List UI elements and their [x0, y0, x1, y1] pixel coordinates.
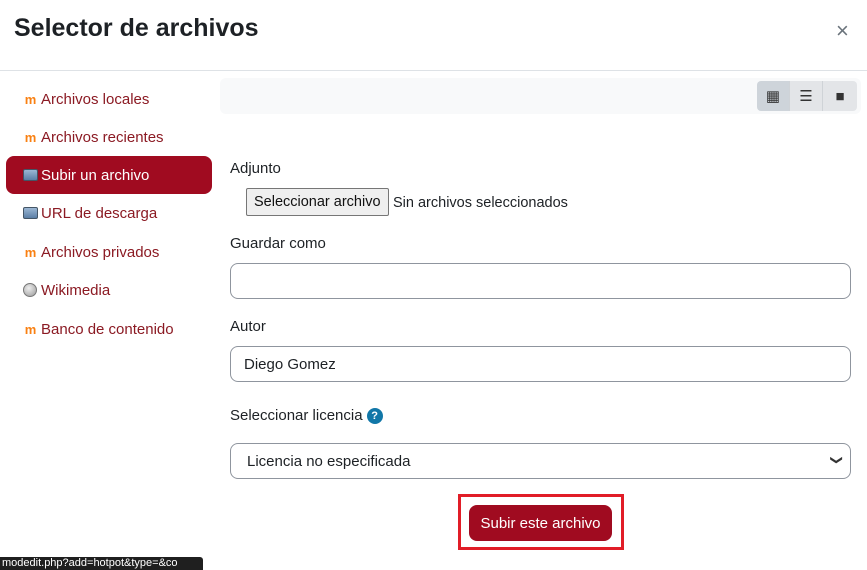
upload-form: Adjunto Seleccionar archivo Sin archivos… [220, 120, 861, 570]
moodle-icon: m [24, 321, 37, 337]
file-picker-panel: ▦ ☰ ■ Adjunto Seleccionar archivo Sin ar… [220, 78, 861, 570]
license-label: Seleccionar licencia [230, 407, 363, 424]
grid-view-icon[interactable]: ▦ [757, 81, 790, 111]
browser-status-url: modedit.php?add=hotpot&type=&co [0, 557, 203, 570]
moodle-icon: m [24, 91, 37, 107]
sidebar-item-label: Archivos recientes [41, 128, 164, 146]
sidebar-item-url-descarga[interactable]: URL de descarga [6, 194, 212, 232]
sidebar-item-label: Archivos locales [41, 90, 150, 108]
help-icon[interactable]: ? [366, 408, 383, 425]
close-icon[interactable]: × [836, 20, 849, 42]
license-label-row: Seleccionar licencia? [230, 407, 383, 425]
license-select[interactable]: Licencia no especificada ❯ [230, 443, 851, 479]
sidebar-item-label: Subir un archivo [41, 166, 150, 184]
save-as-input[interactable] [230, 263, 851, 299]
license-selected-value: Licencia no especificada [247, 452, 411, 470]
select-file-button[interactable]: Seleccionar archivo [246, 188, 389, 216]
file-status: Sin archivos seleccionados [393, 195, 568, 211]
sidebar-item-archivos-privados[interactable]: m Archivos privados [6, 233, 212, 271]
sidebar-item-label: Banco de contenido [41, 320, 174, 338]
sidebar-item-label: Archivos privados [41, 243, 160, 261]
view-switcher: ▦ ☰ ■ [757, 81, 857, 111]
folder-view-icon[interactable]: ■ [823, 81, 857, 111]
upload-file-button[interactable]: Subir este archivo [469, 505, 612, 541]
dialog-header: Selector de archivos × [0, 0, 867, 71]
sidebar-item-subir-archivo[interactable]: Subir un archivo [6, 156, 212, 194]
sidebar-item-banco-contenido[interactable]: m Banco de contenido [6, 310, 212, 348]
author-input[interactable] [230, 346, 851, 382]
view-toolbar: ▦ ☰ ■ [220, 78, 861, 114]
list-view-icon[interactable]: ☰ [790, 81, 823, 111]
dialog-title: Selector de archivos [14, 14, 259, 42]
repository-sidebar: m Archivos locales m Archivos recientes … [0, 72, 218, 570]
sidebar-item-label: URL de descarga [41, 204, 158, 222]
download-url-icon [21, 205, 39, 221]
moodle-icon: m [24, 244, 37, 260]
attachment-label: Adjunto [230, 160, 281, 177]
author-label: Autor [230, 318, 266, 335]
wikimedia-icon [21, 282, 39, 298]
sidebar-item-archivos-locales[interactable]: m Archivos locales [6, 80, 212, 118]
upload-icon [21, 167, 39, 183]
sidebar-item-wikimedia[interactable]: Wikimedia [6, 271, 212, 309]
sidebar-item-label: Wikimedia [41, 281, 111, 299]
sidebar-item-archivos-recientes[interactable]: m Archivos recientes [6, 118, 212, 156]
chevron-down-icon: ❯ [829, 454, 844, 466]
moodle-icon: m [24, 129, 37, 145]
save-as-label: Guardar como [230, 235, 326, 252]
